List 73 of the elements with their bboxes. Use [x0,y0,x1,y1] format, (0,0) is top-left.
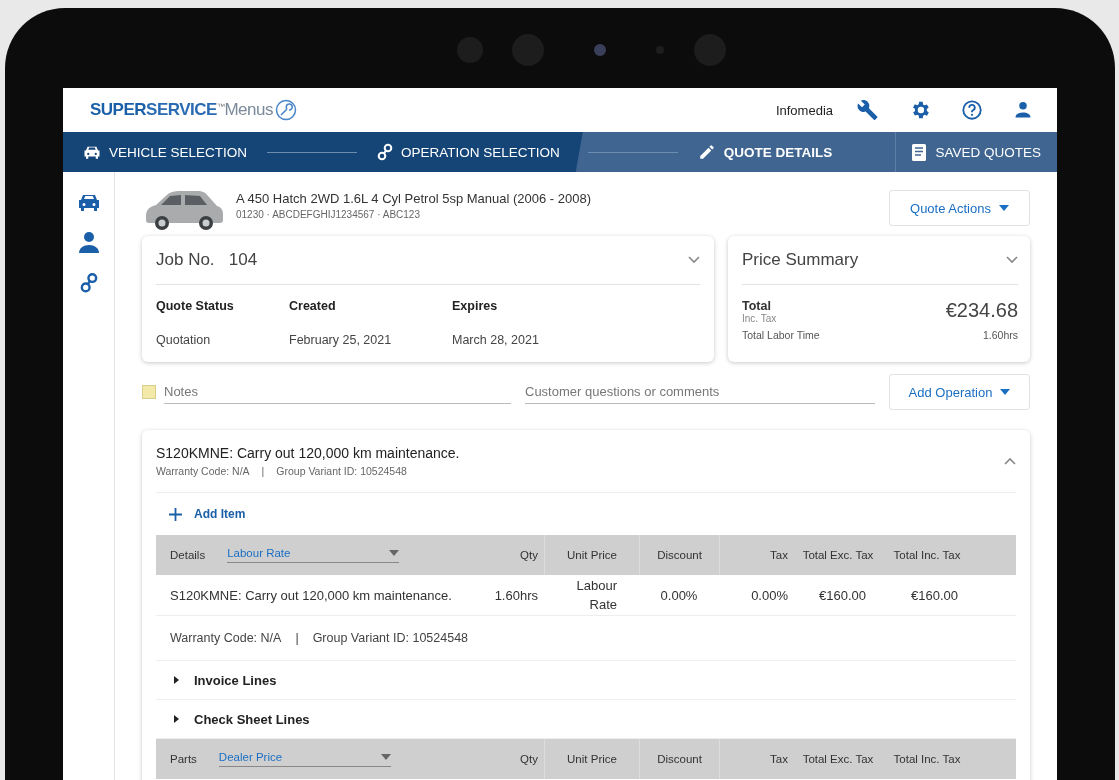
document-icon [912,143,927,161]
warranty-code: Warranty Code: N/A [156,465,250,477]
labor-time-label: Total Labor Time [742,329,820,341]
column-header: Discount [639,739,719,779]
total-amount: €234.68 [945,299,1018,323]
field-value: February 25, 2021 [289,333,393,347]
caret-icon [380,754,391,760]
table-cell-text: 0.00% [750,587,789,603]
labor-time-value: 1.60hrs [982,329,1018,341]
table-cell-text: 0.00% [659,587,699,603]
table-cell-text: €160.00 [910,587,959,603]
column-header: Qty [519,753,539,765]
rate-select[interactable]: Labour Rate [227,547,400,563]
wrench-icon[interactable] [857,99,879,121]
column-header: Discount [639,535,719,575]
field-label: Expires [452,299,499,313]
column-header: Unit Price [544,739,639,779]
group-variant-id: Group Variant ID: 10524548 [276,465,407,477]
vehicle-title: A 450 Hatch 2WD 1.6L 4 Cyl Petrol 5sp Manual (2006 - 2008) [236,191,593,206]
table-cell-text: 1.60hrs [493,587,539,603]
section-toggle[interactable]: Invoice Lines [156,661,1016,700]
add-item-link[interactable]: Add Item [156,493,1016,535]
price-select[interactable]: Dealer Price [218,751,391,767]
help-icon[interactable] [961,99,983,121]
field-value: March 28, 2021 [452,333,539,347]
caret-icon [389,550,400,556]
caret-icon [1000,389,1011,395]
column-header: Tax [719,535,794,575]
table-cell-text: Labour Rate [575,577,618,614]
total-label: Total [742,299,772,313]
job-number: Job No. 104 [156,250,258,270]
chevron-down-icon[interactable] [1006,256,1018,264]
column-header: Tax [719,739,794,779]
chevron-down-icon[interactable] [688,256,700,264]
app-logo: SUPERSERVICE™Menus [90,99,297,121]
column-header: Total Exc. Tax [801,753,875,765]
chevron-icon[interactable] [1004,457,1016,465]
pencil-icon [697,143,716,161]
column-header: Parts [170,753,197,765]
separator: | [261,465,265,477]
separator: | [295,631,299,645]
price-summary-title: Price Summary [742,250,859,270]
user-icon[interactable] [1013,100,1033,120]
column-header: Total Inc. Tax [892,753,962,765]
link-icon [377,143,394,161]
link-icon[interactable] [79,272,98,294]
field-value: Quotation [156,333,212,347]
note-icon [142,385,156,399]
field-label: Created [289,299,337,313]
column-header: Qty [519,549,539,561]
tax-note: Inc. Tax [742,313,777,324]
warranty-code: Warranty Code: N/A [170,631,282,645]
vehicle-identifiers: 01230 · ABCDEFGHIJ1234567 · ABC123 [236,209,421,220]
car-icon[interactable] [76,192,101,212]
group-variant-id: Group Variant ID: 10524548 [312,631,469,645]
table-cell-text: €160.00 [818,587,867,603]
caret-icon [998,205,1009,211]
step-tab[interactable]: OPERATION SELECTION [373,132,564,172]
operation-title: S120KMNE: Carry out 120,000 km maintenance. [156,445,460,461]
column-header: Total Exc. Tax [801,549,875,561]
step-tab[interactable]: VEHICLE SELECTION [63,132,252,172]
quote-actions-button[interactable]: Quote Actions [889,190,1030,226]
user-icon[interactable] [76,230,101,254]
plus-icon [169,507,182,521]
saved-quotes-button[interactable]: SAVED QUOTES [895,132,1057,172]
organization-name: Infomedia [775,102,833,118]
column-header: Unit Price [544,535,639,575]
column-header: Total Inc. Tax [892,549,962,561]
column-header: Details [170,549,206,561]
add-operation-button[interactable]: Add Operation [889,374,1030,410]
table-cell-text: S120KMNE: Carry out 120,000 km maintenance. [169,587,453,603]
car-icon [83,144,101,160]
field-label: Quote Status [156,299,235,313]
